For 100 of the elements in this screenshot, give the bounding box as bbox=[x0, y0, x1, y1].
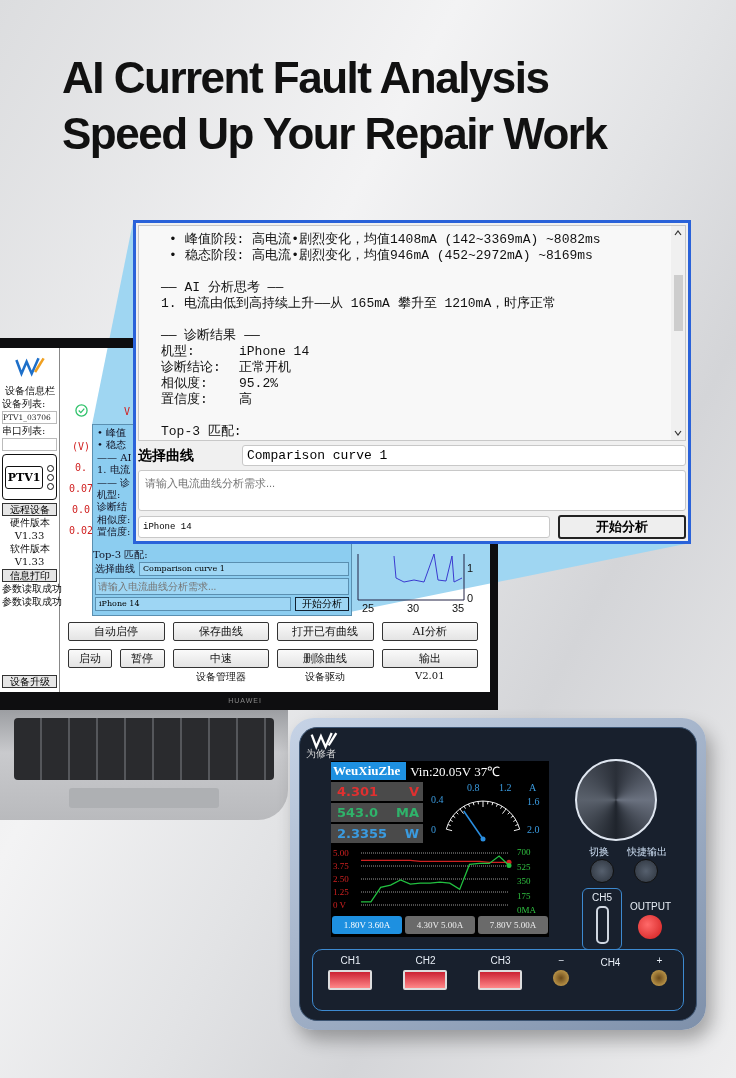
axis-label: 1.25 bbox=[333, 887, 349, 897]
axis-unit: V bbox=[124, 406, 132, 418]
version-text: V1.33 bbox=[13, 556, 46, 568]
field-label: 串口列表: bbox=[2, 425, 47, 437]
gauge-label: A bbox=[529, 782, 537, 793]
log-line: 诊断结 bbox=[97, 501, 128, 514]
result-value: 95.2% bbox=[239, 376, 278, 392]
result-value: 高 bbox=[239, 392, 252, 408]
version-text: V1.33 bbox=[13, 530, 46, 542]
footer-link[interactable]: 设备驱动 bbox=[277, 670, 374, 684]
port-label: CH5 bbox=[592, 892, 612, 903]
remote-device-button[interactable]: 远程设备 bbox=[2, 503, 57, 516]
toolbar-button[interactable]: 保存曲线 bbox=[172, 622, 269, 641]
axis-value: 0.07 bbox=[68, 483, 94, 494]
model-field[interactable]: iPhone 14 bbox=[95, 597, 291, 612]
prompt-field[interactable]: 请输入电流曲线分析需求... bbox=[95, 578, 349, 596]
axis-label: 525 bbox=[517, 861, 532, 872]
curve-label: 选择曲线 bbox=[95, 563, 135, 576]
scroll-down-icon[interactable] bbox=[674, 430, 682, 436]
toolbar-button[interactable]: 删除曲线 bbox=[277, 649, 374, 668]
result-label: 相似度: bbox=[161, 376, 209, 392]
reading-value: 2.3355 bbox=[337, 826, 388, 841]
scrollbar[interactable] bbox=[671, 226, 685, 440]
quick-output-button[interactable] bbox=[634, 859, 658, 883]
log-line: —— AI bbox=[97, 451, 133, 464]
log-line: 相似度: bbox=[97, 513, 132, 526]
reading-value: 543.0 bbox=[337, 805, 379, 820]
field-label: 软件版本 bbox=[8, 543, 51, 555]
log-line: Top-3 匹配: bbox=[93, 549, 149, 562]
toolbar-button[interactable]: 暂停 bbox=[120, 649, 165, 668]
usb-port bbox=[478, 970, 523, 990]
log-heading: —— 诊断结果 —— bbox=[161, 328, 261, 344]
button-label: 快捷输出 bbox=[627, 845, 667, 859]
start-analysis-button[interactable]: 开始分析 bbox=[558, 515, 686, 539]
usb-port bbox=[403, 970, 448, 990]
headline: AI Current Fault Analysis bbox=[62, 52, 549, 104]
log-button[interactable]: 信息打印 bbox=[2, 569, 57, 582]
status-text: Vin:20.05V 37℃ bbox=[410, 763, 501, 780]
field-label: 设备列表: bbox=[2, 398, 47, 410]
result-label: 诊断结论: bbox=[161, 360, 222, 376]
gauge-label: 1.2 bbox=[499, 782, 512, 793]
log-heading: Top-3 匹配: bbox=[161, 424, 243, 440]
gauge-label: 0 bbox=[431, 824, 436, 835]
reading-unit: MA bbox=[396, 805, 419, 820]
log-line: • 稳态 bbox=[97, 439, 128, 452]
toolbar-button[interactable]: 打开已有曲线 bbox=[277, 622, 374, 641]
curve-label: 选择曲线 bbox=[138, 446, 195, 465]
field-label: 硬件版本 bbox=[8, 517, 51, 529]
curve-field[interactable]: Comparison curve 1 bbox=[242, 445, 686, 466]
axis-tick: 1 bbox=[467, 562, 474, 574]
start-analysis-button[interactable]: 开始分析 bbox=[295, 597, 349, 612]
port-label: CH2 bbox=[415, 955, 436, 966]
binding-post bbox=[553, 970, 570, 986]
axis-label: 175 bbox=[517, 890, 532, 901]
axis-value: 0. bbox=[74, 462, 87, 473]
result-label: 置信度: bbox=[161, 392, 209, 408]
log-line: 1. 电流 bbox=[97, 464, 131, 477]
curve-field[interactable]: Comparison curve 1 bbox=[139, 562, 349, 577]
axis-label: 350 bbox=[517, 876, 532, 886]
upgrade-button[interactable]: 设备升级 bbox=[2, 675, 57, 688]
prompt-field[interactable]: 请输入电流曲线分析需求... bbox=[138, 470, 686, 511]
toolbar-button[interactable]: 自动启停 bbox=[68, 622, 165, 641]
scroll-thumb[interactable] bbox=[673, 275, 683, 331]
toolbar-button[interactable]: AI分析 bbox=[381, 622, 478, 641]
port-label: CH4 bbox=[600, 957, 621, 968]
axis-label: 0 V bbox=[333, 900, 347, 910]
axis-tick: 0 bbox=[467, 592, 474, 604]
axis-unit: (V) bbox=[71, 441, 91, 452]
current-trace bbox=[393, 553, 463, 583]
polarity-label: − bbox=[558, 955, 565, 966]
log-heading: —— AI 分析思考 —— bbox=[161, 280, 285, 296]
axis-tick: 30 bbox=[407, 602, 420, 614]
device-model: PTV1 bbox=[4, 465, 44, 489]
port-label: CH3 bbox=[490, 955, 511, 966]
reading-unit: W bbox=[404, 826, 419, 841]
port-list-field[interactable] bbox=[2, 438, 57, 451]
toolbar-button[interactable]: 启动 bbox=[68, 649, 113, 668]
headline: Speed Up Your Repair Work bbox=[62, 108, 607, 160]
footer-link[interactable]: 设备管理器 bbox=[172, 670, 269, 684]
result-value: 正常开机 bbox=[239, 360, 291, 376]
toolbar-button[interactable]: 输出 bbox=[381, 649, 478, 668]
gauge-label: 0.4 bbox=[431, 794, 444, 805]
sidebar-title: 设备信息栏 bbox=[3, 385, 56, 397]
footer-link[interactable]: V2.01 bbox=[381, 670, 478, 684]
log-line: 机型: bbox=[97, 489, 122, 501]
model-field[interactable]: iPhone 14 bbox=[138, 516, 550, 538]
logo-icon bbox=[308, 730, 340, 750]
switch-button[interactable] bbox=[590, 859, 614, 883]
log-line: • 峰值 bbox=[97, 427, 128, 440]
preset-tab[interactable]: 4.30V 5.00A bbox=[405, 916, 475, 934]
log-line: —— 诊 bbox=[97, 476, 132, 489]
toolbar-button[interactable]: 中速 bbox=[172, 649, 269, 668]
preset-tab[interactable]: 7.80V 5.00A bbox=[478, 916, 548, 934]
usb-c-port bbox=[595, 906, 609, 944]
output-button[interactable] bbox=[638, 915, 662, 939]
axis-label: 0MA bbox=[517, 905, 537, 915]
gauge-label: 1.6 bbox=[527, 796, 540, 807]
scroll-up-icon[interactable] bbox=[674, 230, 682, 236]
log-line: 置信度: bbox=[97, 526, 132, 539]
axis-tick: 35 bbox=[452, 602, 465, 614]
